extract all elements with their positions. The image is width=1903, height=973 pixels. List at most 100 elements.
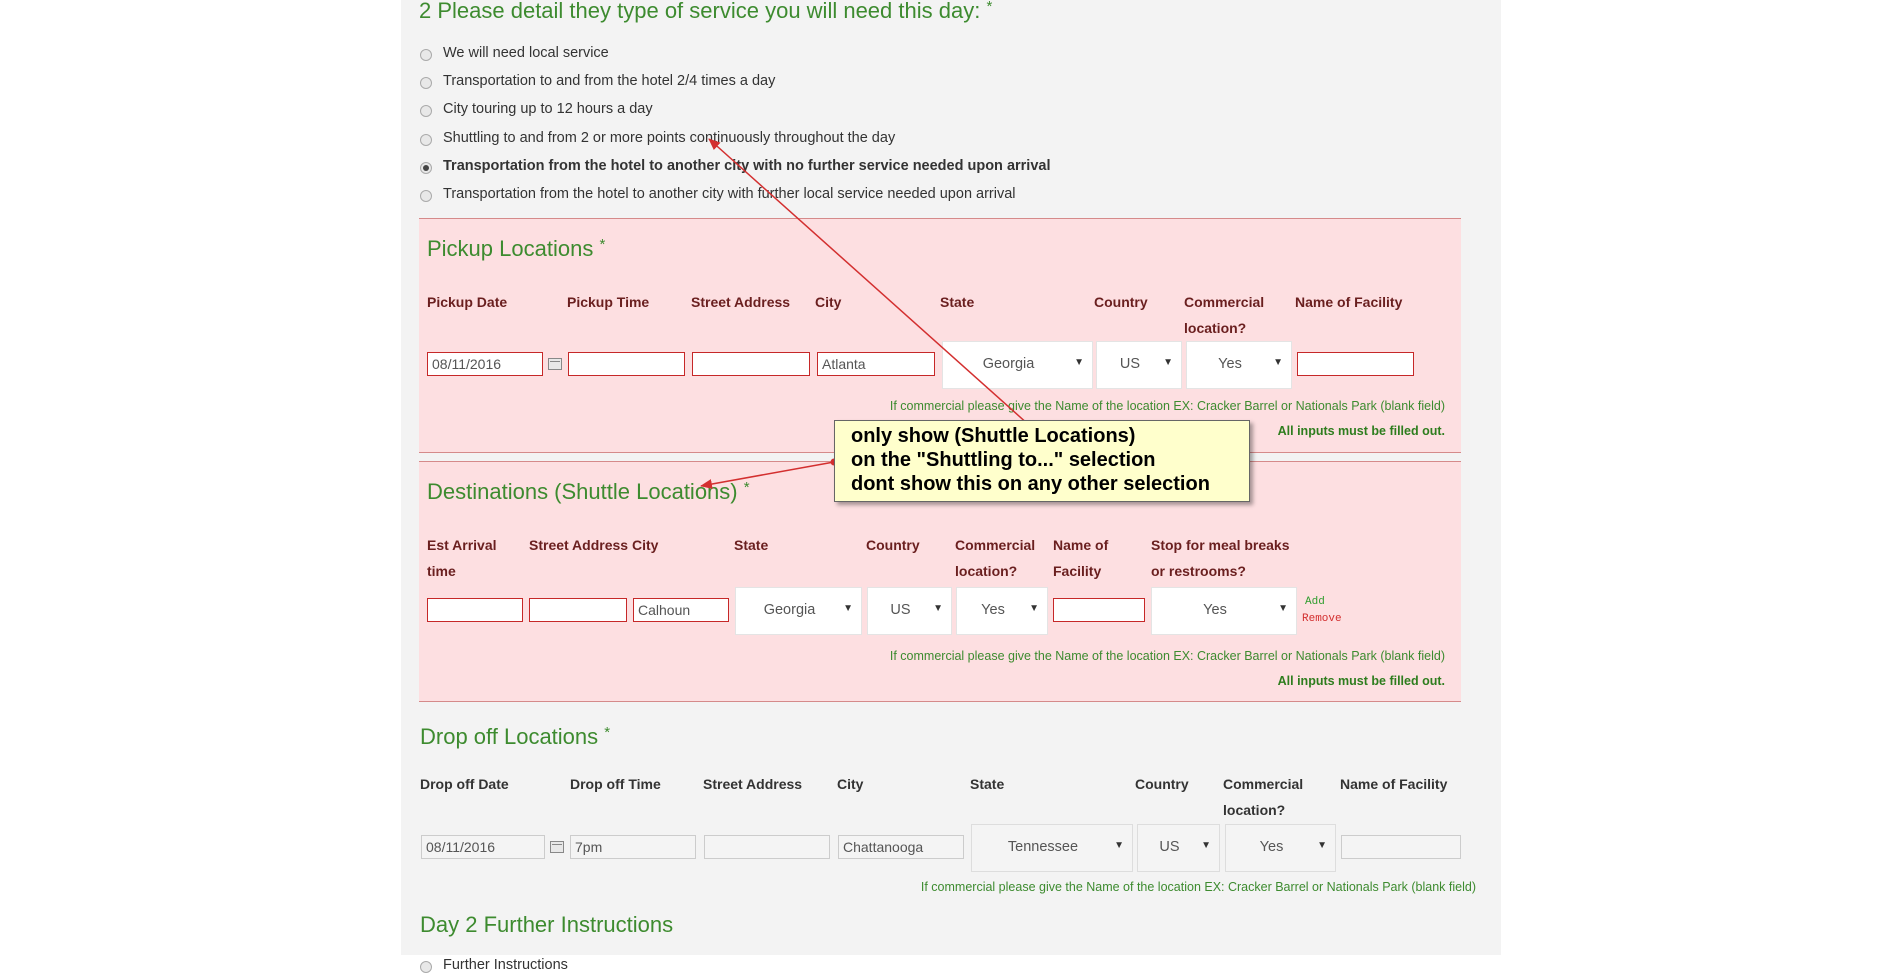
pickup-commercial-select[interactable]: Yes ▼: [1186, 341, 1292, 389]
dropoff-country-select[interactable]: US ▼: [1137, 824, 1220, 872]
dest-street-input[interactable]: [529, 598, 627, 622]
annotation-line: on the "Shuttling to..." selection: [851, 449, 1156, 471]
dest-stop-select[interactable]: Yes ▼: [1151, 587, 1297, 635]
dropoff-date-input[interactable]: [421, 835, 545, 859]
pickup-street-input[interactable]: [692, 352, 810, 376]
dropoff-state-select[interactable]: Tennessee ▼: [971, 824, 1133, 872]
pickup-title: Pickup Locations *: [427, 236, 605, 262]
select-value: Yes: [1259, 839, 1284, 855]
dropoff-time-input[interactable]: [570, 835, 696, 859]
select-value: Yes: [1218, 356, 1242, 372]
pickup-state-label: State: [940, 294, 975, 310]
dest-arrival-input[interactable]: [427, 598, 523, 622]
dest-state-select[interactable]: Georgia ▼: [735, 587, 862, 635]
chevron-down-icon: ▼: [843, 603, 853, 614]
service-option-radio[interactable]: [420, 49, 432, 61]
annotation-line: dont show this on any other selection: [851, 473, 1210, 495]
service-option-radio[interactable]: [420, 105, 432, 117]
chevron-down-icon: ▼: [1317, 840, 1327, 851]
dropoff-commercial-select[interactable]: Yes ▼: [1225, 824, 1336, 872]
select-value: US: [1159, 839, 1180, 855]
remove-destination-link[interactable]: Remove: [1302, 613, 1342, 625]
dropoff-title: Drop off Locations *: [420, 724, 610, 750]
dropoff-country-label: Country: [1135, 776, 1189, 792]
add-destination-link[interactable]: Add: [1305, 596, 1325, 608]
day2-option-label[interactable]: Further Instructions: [443, 957, 568, 973]
dropoff-commercial-label: Commercial location?: [1223, 776, 1304, 818]
service-option-label[interactable]: Transportation from the hotel to another…: [443, 158, 1050, 174]
chevron-down-icon: ▼: [1074, 357, 1084, 368]
service-option-label[interactable]: Shuttling to and from 2 or more points c…: [443, 130, 895, 146]
annotation-line: only show (Shuttle Locations): [851, 425, 1136, 447]
dropoff-city-input[interactable]: [838, 835, 964, 859]
dest-country-select[interactable]: US ▼: [867, 587, 952, 635]
dest-commercial-hint: If commercial please give the Name of th…: [889, 649, 1445, 663]
pickup-title-text: Pickup Locations: [427, 236, 594, 261]
required-marker: *: [599, 236, 606, 253]
dest-facility-label: Name of Facility: [1053, 537, 1109, 579]
service-option-radio[interactable]: [420, 134, 432, 146]
chevron-down-icon: ▼: [1273, 357, 1283, 368]
select-value: Yes: [981, 602, 1005, 618]
pickup-date-label: Pickup Date: [427, 294, 508, 310]
select-value: Tennessee: [1007, 839, 1079, 855]
annotation-note: only show (Shuttle Locations) on the "Sh…: [834, 420, 1250, 502]
dest-facility-input[interactable]: [1053, 598, 1145, 622]
pickup-time-input[interactable]: [568, 352, 685, 376]
calendar-icon[interactable]: [548, 358, 562, 370]
service-option-label[interactable]: Transportation to and from the hotel 2/4…: [443, 73, 775, 89]
pickup-date-input[interactable]: [427, 352, 543, 376]
chevron-down-icon: ▼: [1163, 357, 1173, 368]
service-question-title: 2 Please detail they type of service you…: [419, 0, 992, 24]
dest-city-input[interactable]: [633, 598, 729, 622]
service-option-label[interactable]: City touring up to 12 hours a day: [443, 101, 653, 117]
dest-state-label: State: [734, 537, 769, 553]
destinations-title: Destinations (Shuttle Locations) *: [427, 479, 750, 505]
dropoff-facility-input[interactable]: [1341, 835, 1461, 859]
select-value: Yes: [1203, 602, 1227, 618]
pickup-time-label: Pickup Time: [567, 294, 650, 310]
pickup-facility-input[interactable]: [1297, 352, 1414, 376]
calendar-icon[interactable]: [550, 841, 564, 853]
pickup-facility-label: Name of Facility: [1295, 294, 1403, 310]
day2-option-radio[interactable]: [420, 961, 432, 973]
pickup-country-select[interactable]: US ▼: [1096, 341, 1182, 389]
dest-commercial-select[interactable]: Yes ▼: [956, 587, 1048, 635]
dropoff-state-label: State: [970, 776, 1005, 792]
chevron-down-icon: ▼: [1029, 603, 1039, 614]
service-option-label[interactable]: We will need local service: [443, 45, 609, 61]
dropoff-street-input[interactable]: [704, 835, 830, 859]
pickup-state-select[interactable]: Georgia ▼: [942, 341, 1093, 389]
dropoff-commercial-hint: If commercial please give the Name of th…: [920, 880, 1476, 894]
pickup-country-label: Country: [1094, 294, 1148, 310]
pickup-street-label: Street Address: [691, 294, 791, 310]
dest-country-label: Country: [866, 537, 920, 553]
dest-arrival-label: Est Arrival time: [427, 537, 497, 579]
dropoff-city-label: City: [837, 776, 864, 792]
day2-title: Day 2 Further Instructions: [420, 912, 674, 937]
required-marker: *: [743, 479, 750, 496]
dest-validation-message: All inputs must be filled out.: [1277, 674, 1445, 688]
required-marker: *: [986, 0, 993, 15]
chevron-down-icon: ▼: [1114, 840, 1124, 851]
dest-street-label: Street Address: [529, 537, 629, 553]
select-value: US: [890, 602, 911, 618]
required-marker: *: [604, 724, 611, 741]
pickup-validation-message: All inputs must be filled out.: [1277, 424, 1445, 438]
chevron-down-icon: ▼: [1278, 603, 1288, 614]
service-option-radio[interactable]: [420, 190, 432, 202]
destinations-title-text: Destinations (Shuttle Locations): [427, 479, 738, 504]
service-option-radio-selected[interactable]: [420, 162, 432, 174]
pickup-city-input[interactable]: [817, 352, 935, 376]
dropoff-date-label: Drop off Date: [420, 776, 509, 792]
dropoff-title-text: Drop off Locations: [420, 724, 599, 749]
select-value: Georgia: [763, 602, 816, 618]
pickup-commercial-hint: If commercial please give the Name of th…: [889, 399, 1445, 413]
dest-stop-label: Stop for meal breaks or restrooms?: [1151, 537, 1290, 579]
pickup-city-label: City: [815, 294, 842, 310]
dropoff-facility-label: Name of Facility: [1340, 776, 1448, 792]
dest-city-label: City: [632, 537, 659, 553]
service-option-radio[interactable]: [420, 77, 432, 89]
select-value: US: [1119, 356, 1141, 372]
service-option-label[interactable]: Transportation from the hotel to another…: [443, 186, 1016, 202]
